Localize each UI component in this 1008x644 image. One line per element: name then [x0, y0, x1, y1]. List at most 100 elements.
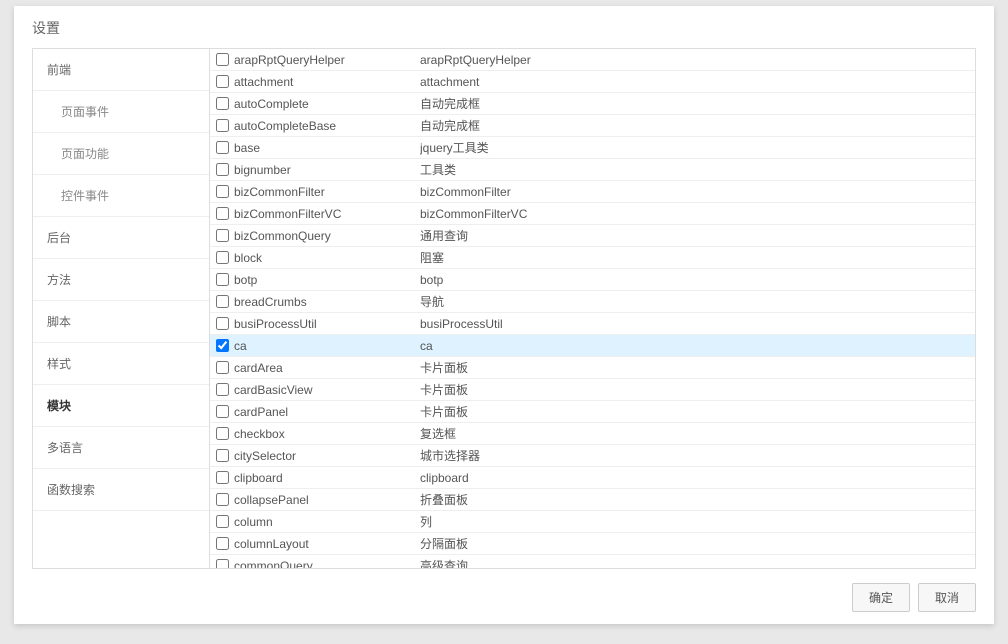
table-row[interactable]: cardArea卡片面板: [210, 357, 975, 379]
row-checkbox-cell: [210, 449, 234, 462]
row-checkbox-cell: [210, 361, 234, 374]
row-checkbox[interactable]: [216, 273, 229, 286]
row-checkbox[interactable]: [216, 449, 229, 462]
sidebar-item[interactable]: 函数搜索: [33, 469, 209, 511]
sidebar-item-label: 后台: [47, 231, 71, 245]
row-checkbox[interactable]: [216, 383, 229, 396]
module-list[interactable]: arapRptQueryHelperarapRptQueryHelperatta…: [210, 49, 975, 568]
module-desc: attachment: [420, 71, 975, 93]
row-checkbox[interactable]: [216, 339, 229, 352]
table-row[interactable]: bizCommonFilterbizCommonFilter: [210, 181, 975, 203]
table-row[interactable]: breadCrumbs导航: [210, 291, 975, 313]
row-checkbox[interactable]: [216, 207, 229, 220]
module-name: ca: [234, 335, 420, 357]
row-checkbox[interactable]: [216, 163, 229, 176]
table-row[interactable]: block阻塞: [210, 247, 975, 269]
table-row[interactable]: columnLayout分隔面板: [210, 533, 975, 555]
table-row[interactable]: collapsePanel折叠面板: [210, 489, 975, 511]
table-row[interactable]: cardPanel卡片面板: [210, 401, 975, 423]
sidebar-item-label: 样式: [47, 357, 71, 371]
table-row[interactable]: bignumber工具类: [210, 159, 975, 181]
table-row[interactable]: basejquery工具类: [210, 137, 975, 159]
sidebar-item[interactable]: 后台: [33, 217, 209, 259]
row-checkbox-cell: [210, 515, 234, 528]
sidebar-item[interactable]: 页面功能: [33, 133, 209, 175]
sidebar-item[interactable]: 方法: [33, 259, 209, 301]
module-name: botp: [234, 269, 420, 291]
row-checkbox-cell: [210, 141, 234, 154]
module-desc: 卡片面板: [420, 401, 975, 423]
sidebar-item[interactable]: 页面事件: [33, 91, 209, 133]
module-desc: 导航: [420, 291, 975, 313]
table-row[interactable]: caca: [210, 335, 975, 357]
table-row[interactable]: autoComplete自动完成框: [210, 93, 975, 115]
row-checkbox[interactable]: [216, 537, 229, 550]
row-checkbox[interactable]: [216, 97, 229, 110]
table-row[interactable]: attachmentattachment: [210, 71, 975, 93]
module-desc: 阻塞: [420, 247, 975, 269]
sidebar-item[interactable]: 多语言: [33, 427, 209, 469]
row-checkbox[interactable]: [216, 361, 229, 374]
table-row[interactable]: column列: [210, 511, 975, 533]
module-name: columnLayout: [234, 533, 420, 555]
module-name: bizCommonFilter: [234, 181, 420, 203]
table-row[interactable]: busiProcessUtilbusiProcessUtil: [210, 313, 975, 335]
row-checkbox[interactable]: [216, 295, 229, 308]
module-desc: 通用查询: [420, 225, 975, 247]
settings-dialog: 设置 前端页面事件页面功能控件事件后台方法脚本样式模块多语言函数搜索 arapR…: [14, 6, 994, 624]
row-checkbox-cell: [210, 53, 234, 66]
ok-button[interactable]: 确定: [852, 583, 910, 612]
dialog-footer: 确定 取消: [14, 575, 994, 624]
table-row[interactable]: commonQuery高级查询: [210, 555, 975, 568]
row-checkbox-cell: [210, 273, 234, 286]
table-row[interactable]: checkbox复选框: [210, 423, 975, 445]
row-checkbox-cell: [210, 251, 234, 264]
module-name: attachment: [234, 71, 420, 93]
module-name: breadCrumbs: [234, 291, 420, 313]
sidebar-item-label: 脚本: [47, 315, 71, 329]
row-checkbox[interactable]: [216, 559, 229, 568]
sidebar-item[interactable]: 样式: [33, 343, 209, 385]
table-row[interactable]: bizCommonFilterVCbizCommonFilterVC: [210, 203, 975, 225]
module-desc: arapRptQueryHelper: [420, 49, 975, 71]
row-checkbox[interactable]: [216, 141, 229, 154]
row-checkbox[interactable]: [216, 405, 229, 418]
table-row[interactable]: botpbotp: [210, 269, 975, 291]
row-checkbox[interactable]: [216, 515, 229, 528]
row-checkbox[interactable]: [216, 251, 229, 264]
module-desc: 卡片面板: [420, 357, 975, 379]
row-checkbox[interactable]: [216, 229, 229, 242]
row-checkbox[interactable]: [216, 75, 229, 88]
module-desc: 自动完成框: [420, 115, 975, 137]
table-row[interactable]: bizCommonQuery通用查询: [210, 225, 975, 247]
table-row[interactable]: clipboardclipboard: [210, 467, 975, 489]
cancel-button[interactable]: 取消: [918, 583, 976, 612]
sidebar-item[interactable]: 脚本: [33, 301, 209, 343]
module-desc: 折叠面板: [420, 489, 975, 511]
row-checkbox[interactable]: [216, 317, 229, 330]
sidebar-item[interactable]: 模块: [33, 385, 209, 427]
sidebar-item-label: 页面事件: [61, 105, 109, 119]
table-row[interactable]: autoCompleteBase自动完成框: [210, 115, 975, 137]
sidebar-item[interactable]: 控件事件: [33, 175, 209, 217]
row-checkbox[interactable]: [216, 53, 229, 66]
row-checkbox[interactable]: [216, 471, 229, 484]
module-name: base: [234, 137, 420, 159]
table-row[interactable]: arapRptQueryHelperarapRptQueryHelper: [210, 49, 975, 71]
module-name: bignumber: [234, 159, 420, 181]
module-name: autoComplete: [234, 93, 420, 115]
row-checkbox[interactable]: [216, 119, 229, 132]
module-name: collapsePanel: [234, 489, 420, 511]
module-desc: 工具类: [420, 159, 975, 181]
row-checkbox[interactable]: [216, 427, 229, 440]
sidebar-item[interactable]: 前端: [33, 49, 209, 91]
table-row[interactable]: cardBasicView卡片面板: [210, 379, 975, 401]
module-name: cardArea: [234, 357, 420, 379]
row-checkbox-cell: [210, 405, 234, 418]
row-checkbox[interactable]: [216, 185, 229, 198]
module-name: commonQuery: [234, 555, 420, 569]
table-row[interactable]: citySelector城市选择器: [210, 445, 975, 467]
row-checkbox-cell: [210, 427, 234, 440]
row-checkbox[interactable]: [216, 493, 229, 506]
row-checkbox-cell: [210, 383, 234, 396]
